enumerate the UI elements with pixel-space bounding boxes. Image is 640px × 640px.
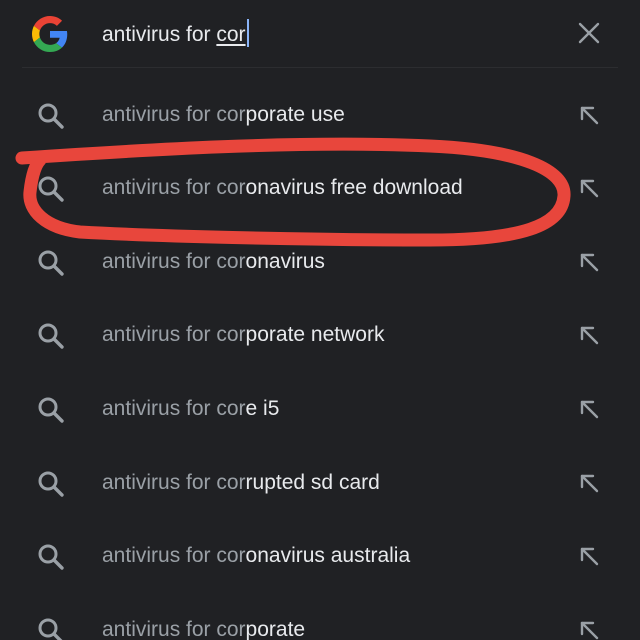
suggestion-completion: onavirus free download xyxy=(245,176,463,199)
suggestion-text: antivirus for coronavirus australia xyxy=(102,541,410,571)
search-icon xyxy=(38,103,64,129)
query-text: antivirus for xyxy=(102,23,217,46)
text-caret xyxy=(246,19,249,48)
fill-query-button[interactable] xyxy=(572,539,606,573)
search-query-input[interactable]: antivirus for cor xyxy=(102,19,249,51)
search-icon xyxy=(38,176,64,202)
suggestion-completion: porate network xyxy=(245,323,385,346)
arrow-up-left-icon xyxy=(580,179,599,198)
arrow-up-left-icon xyxy=(580,106,599,125)
suggestion-completion: porate xyxy=(245,618,306,640)
suggestion-prefix: antivirus for cor xyxy=(102,176,246,199)
suggestion-row[interactable]: antivirus for coronavirus australia xyxy=(0,519,640,593)
suggestion-completion: porate use xyxy=(245,103,345,126)
suggestion-prefix: antivirus for cor xyxy=(102,397,246,420)
fill-query-button[interactable] xyxy=(572,613,606,640)
suggestion-row[interactable]: antivirus for corporate xyxy=(0,593,640,640)
suggestion-prefix: antivirus for cor xyxy=(102,250,246,273)
fill-query-button[interactable] xyxy=(572,98,606,132)
suggestion-row[interactable]: antivirus for corporate network xyxy=(0,298,640,372)
search-icon xyxy=(38,250,64,276)
suggestion-prefix: antivirus for cor xyxy=(102,471,246,494)
suggestion-row[interactable]: antivirus for coronavirus xyxy=(0,225,640,299)
search-icon xyxy=(38,323,64,349)
search-icon xyxy=(38,544,64,570)
search-icon xyxy=(38,397,64,423)
google-logo-icon xyxy=(32,16,68,52)
query-underlined-text: cor xyxy=(216,23,246,46)
search-icon xyxy=(38,618,63,640)
suggestion-text: antivirus for corrupted sd card xyxy=(102,468,380,498)
arrow-up-left-icon xyxy=(580,474,599,493)
suggestion-prefix: antivirus for cor xyxy=(102,618,246,640)
suggestion-prefix: antivirus for cor xyxy=(102,323,246,346)
fill-query-button[interactable] xyxy=(572,245,606,279)
suggestion-completion: e i5 xyxy=(245,397,280,420)
fill-query-button[interactable] xyxy=(572,466,606,500)
search-divider xyxy=(22,67,618,68)
fill-query-button[interactable] xyxy=(572,392,606,426)
suggestion-text: antivirus for corporate network xyxy=(102,320,384,350)
close-icon xyxy=(578,22,600,44)
arrow-up-left-icon xyxy=(580,400,599,419)
suggestion-completion: onavirus australia xyxy=(245,544,411,567)
search-icon xyxy=(38,471,64,497)
suggestion-row[interactable]: antivirus for core i5 xyxy=(0,372,640,446)
suggestion-completion: onavirus xyxy=(245,250,325,273)
suggestion-prefix: antivirus for cor xyxy=(102,544,246,567)
suggestion-text: antivirus for corporate use xyxy=(102,100,345,130)
suggestion-row[interactable]: antivirus for corporate use xyxy=(0,78,640,152)
suggestion-row[interactable]: antivirus for coronavirus free download xyxy=(0,151,640,225)
fill-query-button[interactable] xyxy=(572,318,606,352)
suggestion-text: antivirus for coronavirus xyxy=(102,247,325,277)
suggestion-completion: rupted sd card xyxy=(245,471,380,494)
clear-search-button[interactable] xyxy=(572,16,606,50)
suggestion-text: antivirus for corporate xyxy=(102,615,305,640)
search-suggestions-screen: antivirus for cor antivirus for corporat… xyxy=(0,0,640,640)
suggestion-prefix: antivirus for cor xyxy=(102,103,246,126)
arrow-up-left-icon xyxy=(580,326,599,345)
arrow-up-left-icon xyxy=(580,253,599,272)
arrow-up-left-icon xyxy=(580,621,599,640)
suggestion-text: antivirus for core i5 xyxy=(102,394,279,424)
arrow-up-left-icon xyxy=(580,547,599,566)
fill-query-button[interactable] xyxy=(572,171,606,205)
suggestion-text: antivirus for coronavirus free download xyxy=(102,173,463,203)
suggestion-row[interactable]: antivirus for corrupted sd card xyxy=(0,446,640,520)
search-bar[interactable]: antivirus for cor xyxy=(0,0,640,68)
